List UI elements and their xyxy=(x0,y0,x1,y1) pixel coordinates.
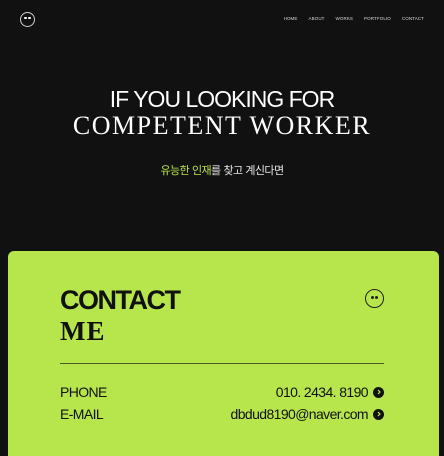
nav-contact[interactable]: CONTACT xyxy=(402,16,424,21)
site-logo-icon[interactable] xyxy=(20,12,35,27)
contact-row-phone: PHONE 010. 2434. 8190 xyxy=(60,384,384,400)
email-label: E-MAIL xyxy=(60,406,104,422)
email-link[interactable]: dbdud8190@naver.com xyxy=(231,406,384,422)
phone-value: 010. 2434. 8190 xyxy=(275,384,369,400)
nav-home[interactable]: HOME xyxy=(284,16,298,21)
contact-card: CONTACT ME PHONE 010. 2434. 8190 E-MAIL … xyxy=(8,251,439,456)
contact-title-line2: ME xyxy=(60,316,106,346)
email-value: dbdud8190@naver.com xyxy=(230,406,369,422)
nav-works[interactable]: WORKS xyxy=(336,16,354,21)
hero-subtitle-rest: 를 찾고 계신다면 xyxy=(211,164,284,177)
hero-section: IF YOU LOOKING FOR COMPETENT WORKER 유능한 … xyxy=(0,86,444,178)
arrow-right-circle-icon xyxy=(373,408,384,420)
hero-subtitle: 유능한 인재를 찾고 계신다면 xyxy=(0,162,444,178)
contact-title: CONTACT ME xyxy=(60,285,181,347)
nav-about[interactable]: ABOUT xyxy=(309,16,325,21)
contact-row-email: E-MAIL dbdud8190@naver.com xyxy=(60,406,384,422)
eyes-icon xyxy=(370,295,379,299)
card-eyes-logo-icon xyxy=(365,289,384,308)
divider xyxy=(60,363,384,364)
hero-subtitle-accent: 유능한 인재 xyxy=(160,164,212,177)
arrow-right-circle-icon xyxy=(373,386,384,398)
contact-title-line1: CONTACT xyxy=(60,285,181,315)
eyes-icon xyxy=(24,16,31,20)
nav-portfolio[interactable]: PORTFOLIO xyxy=(364,16,391,21)
phone-link[interactable]: 010. 2434. 8190 xyxy=(276,384,384,400)
phone-label: PHONE xyxy=(60,384,107,400)
hero-heading-line2: COMPETENT WORKER xyxy=(72,111,372,140)
main-nav: HOME ABOUT WORKS PORTFOLIO CONTACT xyxy=(284,16,424,21)
hero-heading-line1: IF YOU LOOKING FOR xyxy=(109,86,335,112)
